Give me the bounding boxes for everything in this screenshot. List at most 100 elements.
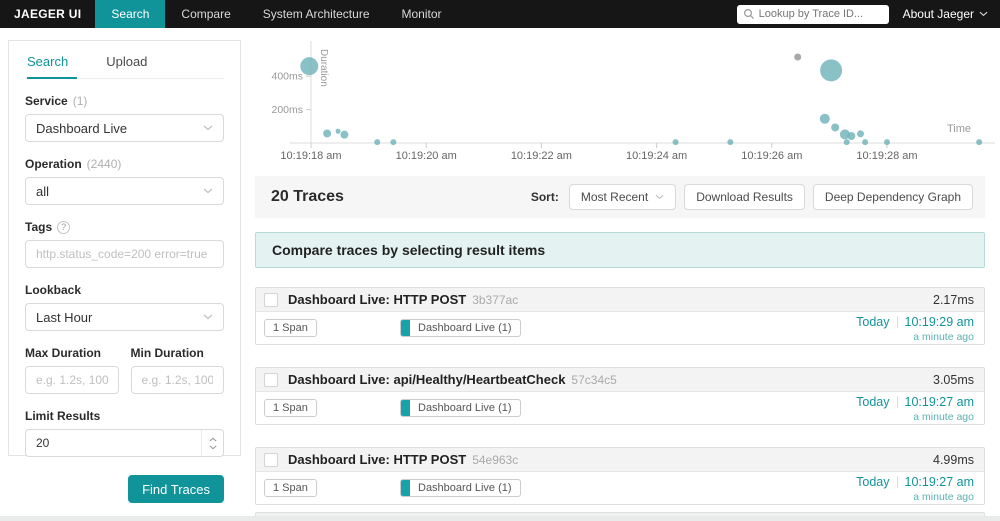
nav-tab-search[interactable]: Search	[95, 0, 166, 28]
trace-row-header[interactable]: Dashboard Live: HTTP POST 3b377ac 2.17ms	[256, 288, 984, 312]
lookback-select-value: Last Hour	[36, 309, 93, 325]
svg-text:10:19:22 am: 10:19:22 am	[511, 150, 572, 162]
nav-tab-compare[interactable]: Compare	[165, 0, 246, 28]
trace-scatter-point[interactable]	[820, 59, 843, 82]
viewport-bottom-edge	[0, 516, 1000, 521]
chevron-down-icon	[203, 125, 213, 131]
trace-title: Dashboard Live: HTTP POST 54e963c	[288, 452, 518, 467]
service-count: (1)	[72, 94, 88, 108]
trace-scatter-point[interactable]	[843, 139, 850, 146]
help-icon[interactable]: ?	[57, 220, 71, 234]
limit-results-label: Limit Results	[25, 409, 101, 423]
service-badge: Dashboard Live (1)	[400, 319, 521, 337]
trace-timestamp: Today 10:19:27 am a minute ago	[856, 395, 974, 423]
trace-timestamp: Today 10:19:27 am a minute ago	[856, 475, 974, 503]
trace-row-body: 1 Span Dashboard Live (1) Today 10:19:29…	[256, 312, 984, 345]
trace-title-text: Dashboard Live: HTTP POST	[288, 452, 467, 467]
duration-scatterplot-svg[interactable]: 10:19:18 am 10:19:20 am 10:19:22 am 10:19:2…	[255, 35, 1000, 175]
service-select-value: Dashboard Live	[36, 120, 128, 136]
service-select[interactable]: Dashboard Live	[25, 114, 224, 142]
trace-select-checkbox[interactable]	[264, 452, 278, 467]
max-duration-label: Max Duration	[25, 346, 102, 360]
tags-label: Tags ?	[25, 220, 224, 234]
chevron-down-icon	[655, 194, 664, 200]
sort-label: Sort:	[530, 190, 559, 204]
trace-relative-time: a minute ago	[913, 491, 974, 503]
lookback-label: Lookback	[25, 283, 82, 297]
chevron-up-icon[interactable]	[208, 437, 217, 442]
svg-text:10:19:26 am: 10:19:26 am	[741, 150, 802, 162]
trace-scatter-point[interactable]	[374, 139, 381, 146]
trace-row-header[interactable]: Dashboard Live: HTTP POST 54e963c 4.99ms	[256, 448, 984, 472]
trace-title-text: Dashboard Live: api/Healthy/HeartbeatChe…	[288, 372, 566, 387]
trace-title: Dashboard Live: api/Healthy/HeartbeatChe…	[288, 372, 617, 387]
trace-scatter-point[interactable]	[300, 57, 319, 76]
svg-text:Duration: Duration	[318, 49, 329, 87]
lookback-select[interactable]: Last Hour	[25, 303, 224, 331]
sort-select[interactable]: Most Recent	[568, 184, 677, 210]
trace-scatter-point[interactable]	[831, 123, 840, 132]
svg-text:10:19:20 am: 10:19:20 am	[396, 150, 457, 162]
trace-scatter-point[interactable]	[884, 139, 890, 146]
tags-input[interactable]	[25, 240, 224, 268]
service-badge-label: Dashboard Live (1)	[418, 322, 512, 334]
trace-day: Today	[856, 395, 890, 409]
trace-row[interactable]: Dashboard Live: HTTP POST 3b377ac 2.17ms …	[255, 287, 985, 345]
deep-dependency-graph-button[interactable]: Deep Dependency Graph	[812, 184, 973, 210]
trace-row-header[interactable]: Dashboard Live: api/Healthy/HeartbeatChe…	[256, 368, 984, 392]
service-badge-label: Dashboard Live (1)	[418, 482, 512, 494]
download-results-button[interactable]: Download Results	[684, 184, 805, 210]
trace-scatter-point[interactable]	[847, 131, 856, 140]
max-duration-input[interactable]	[25, 366, 119, 394]
trace-id: 57c34c5	[571, 373, 617, 387]
svg-text:200ms: 200ms	[271, 104, 303, 116]
tab-search[interactable]: Search	[27, 54, 68, 78]
separator	[896, 396, 898, 408]
trace-time: 10:19:27 am	[904, 475, 975, 489]
sort-select-value: Most Recent	[580, 190, 649, 204]
trace-scatter-point[interactable]	[794, 53, 802, 61]
trace-row[interactable]: Dashboard Live: HTTP POST 54e963c 4.99ms …	[255, 447, 985, 505]
service-color-chip	[401, 320, 410, 336]
trace-select-checkbox[interactable]	[264, 372, 278, 387]
svg-text:10:19:18 am: 10:19:18 am	[280, 150, 341, 162]
trace-count: 20 Traces	[271, 188, 344, 205]
results-header: 20 Traces Sort: Most Recent Download Res…	[255, 176, 985, 218]
operation-select[interactable]: all	[25, 177, 224, 205]
trace-title-text: Dashboard Live: HTTP POST	[288, 292, 467, 307]
number-stepper[interactable]	[201, 430, 223, 456]
trace-scatter-point[interactable]	[340, 130, 349, 139]
trace-scatter-point[interactable]	[323, 129, 332, 138]
svg-text:10:19:24 am: 10:19:24 am	[626, 150, 687, 162]
compare-banner: Compare traces by selecting result items	[255, 232, 985, 268]
service-label: Service (1)	[25, 94, 88, 108]
trace-scatter-point[interactable]	[727, 139, 734, 146]
operation-label: Operation (2440)	[25, 157, 122, 171]
trace-select-checkbox[interactable]	[264, 292, 278, 307]
chevron-down-icon[interactable]	[208, 445, 217, 450]
trace-scatter-point[interactable]	[335, 128, 341, 134]
tab-upload[interactable]: Upload	[106, 54, 147, 78]
trace-time: 10:19:29 am	[904, 315, 975, 329]
svg-text:400ms: 400ms	[271, 71, 303, 83]
trace-row[interactable]: Dashboard Live: api/Healthy/HeartbeatChe…	[255, 367, 985, 425]
trace-scatter-point[interactable]	[857, 130, 865, 138]
service-color-chip	[401, 400, 410, 416]
min-duration-input[interactable]	[130, 366, 224, 394]
limit-results-input[interactable]	[25, 429, 224, 457]
trace-scatter-point[interactable]	[819, 113, 830, 124]
operation-count: (2440)	[86, 157, 122, 171]
trace-scatter-point[interactable]	[390, 139, 397, 146]
search-sidebar: Search Upload Service (1) Dashboard Live…	[8, 40, 241, 503]
service-color-chip	[401, 480, 410, 496]
trace-duration: 4.99ms	[933, 452, 974, 467]
find-traces-button[interactable]: Find Traces	[128, 475, 224, 503]
trace-scatter-point[interactable]	[672, 139, 679, 146]
trace-scatter-point[interactable]	[862, 139, 869, 146]
scatter-plot[interactable]: 10:19:18 am 10:19:20 am 10:19:22 am 10:19:2…	[255, 35, 1000, 175]
separator	[896, 316, 898, 328]
trace-scatter-point[interactable]	[976, 139, 983, 146]
trace-time: 10:19:27 am	[904, 395, 975, 409]
results-main: 10:19:18 am 10:19:20 am 10:19:22 am 10:19:2…	[255, 0, 1000, 521]
service-badge-label: Dashboard Live (1)	[418, 402, 512, 414]
